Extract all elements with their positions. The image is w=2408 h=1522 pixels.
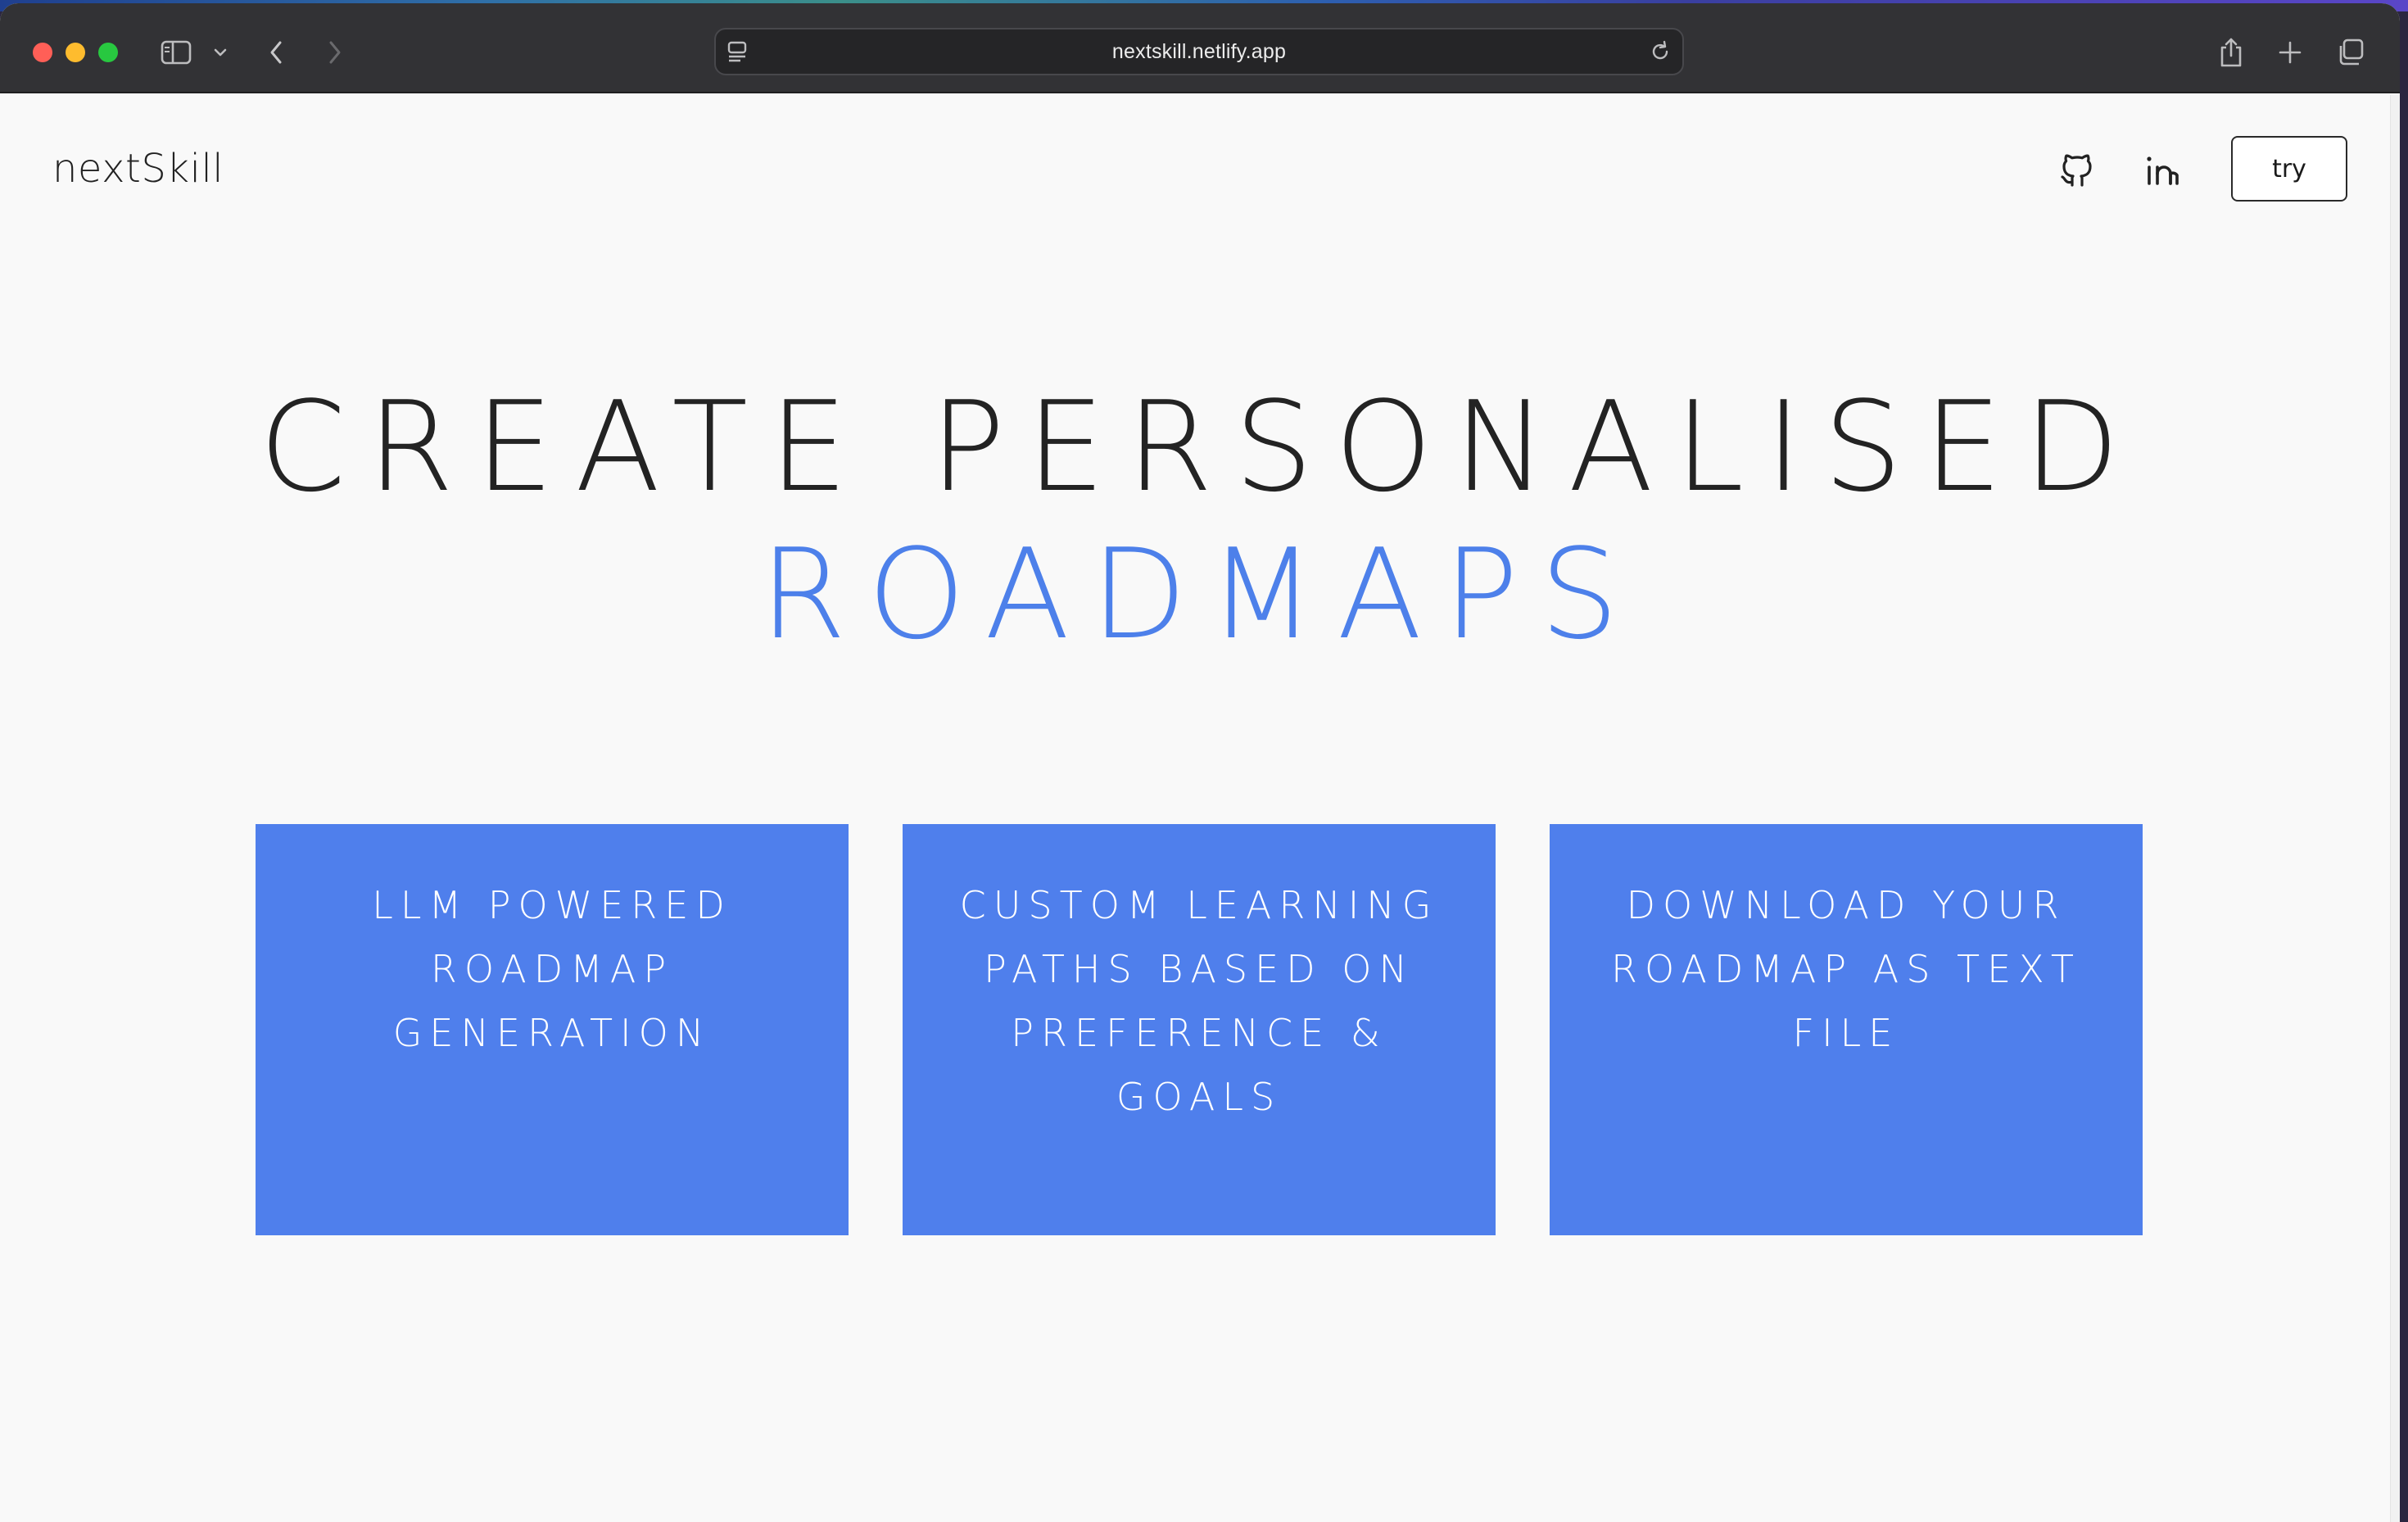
scrollbar[interactable] bbox=[2390, 95, 2400, 1522]
reload-icon[interactable] bbox=[1648, 39, 1672, 68]
share-icon[interactable] bbox=[2215, 33, 2247, 72]
forward-icon[interactable] bbox=[321, 33, 349, 72]
try-button[interactable]: try bbox=[2231, 136, 2347, 202]
sidebar-icon[interactable] bbox=[157, 33, 195, 72]
maximize-window-button[interactable] bbox=[98, 43, 118, 62]
linkedin-icon[interactable] bbox=[2143, 151, 2182, 190]
hero-line-accent: ROADMAPS bbox=[759, 522, 1641, 667]
new-tab-icon[interactable] bbox=[2274, 33, 2306, 72]
tab-overview-icon[interactable] bbox=[2333, 33, 2369, 72]
brand-logo-text[interactable]: nextSkill bbox=[52, 146, 224, 192]
close-window-button[interactable] bbox=[33, 43, 52, 62]
feature-card-llm: LLM POWERED ROADMAP GENERATION bbox=[256, 824, 849, 1235]
url-text[interactable]: nextskill.netlify.app bbox=[716, 29, 1682, 74]
feature-card-custom-paths: CUSTOM LEARNING PATHS BASED ON PREFERENC… bbox=[903, 824, 1496, 1235]
browser-window: nextskill.netlify.app nextSkill try CREA… bbox=[0, 3, 2400, 1522]
browser-toolbar: nextskill.netlify.app bbox=[0, 3, 2400, 93]
hero-heading: CREATE PERSONALISED ROADMAPS bbox=[0, 374, 2400, 668]
feature-card-download: DOWNLOAD YOUR ROADMAP AS TEXT FILE bbox=[1550, 824, 2143, 1235]
address-bar[interactable]: nextskill.netlify.app bbox=[714, 28, 1684, 75]
hero-line-primary: CREATE PERSONALISED bbox=[259, 374, 2141, 519]
back-icon[interactable] bbox=[262, 33, 290, 72]
github-icon[interactable] bbox=[2057, 151, 2097, 190]
web-page: nextSkill try CREATE PERSONALISED ROADMA… bbox=[0, 95, 2400, 1522]
chevron-down-icon[interactable] bbox=[210, 33, 231, 72]
minimize-window-button[interactable] bbox=[66, 43, 85, 62]
